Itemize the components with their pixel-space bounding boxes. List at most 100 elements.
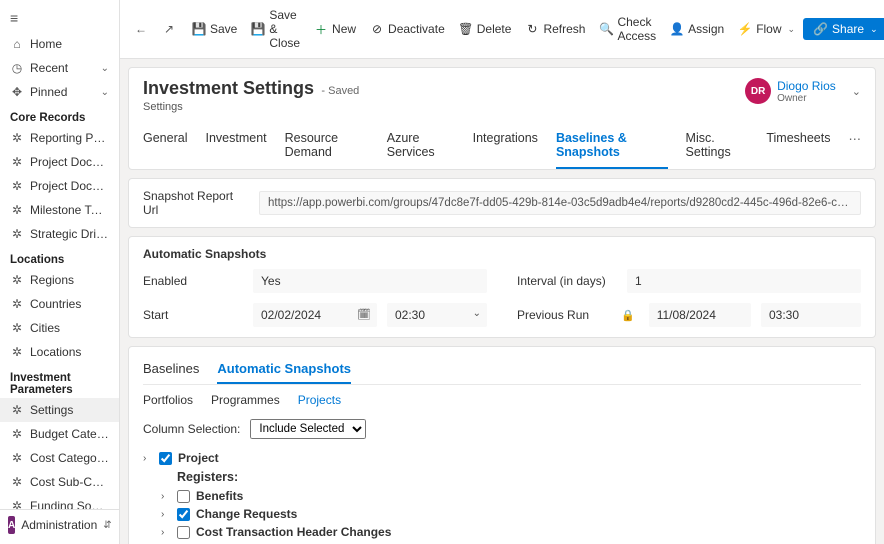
column-selection-label: Column Selection: (143, 422, 240, 436)
config-secondary-tabs: Portfolios Programmes Projects (143, 391, 861, 409)
tab-misc-settings[interactable]: Misc. Settings (686, 125, 749, 169)
owner-name: Diogo Rios (777, 79, 836, 93)
chevron-down-icon[interactable]: ⌄ (852, 85, 861, 98)
save-button[interactable]: 💾Save (186, 18, 243, 40)
tab-azure-services[interactable]: Azure Services (387, 125, 455, 169)
sidebar-item-locations[interactable]: ✲Locations (0, 340, 119, 364)
trash-icon: 🗑 (459, 22, 473, 36)
delete-button[interactable]: 🗑Delete (453, 18, 518, 40)
interval-field[interactable]: 1 (627, 269, 861, 293)
lock-icon: 🔒 (621, 309, 635, 322)
subtab-portfolios[interactable]: Portfolios (143, 391, 193, 409)
sidebar-item-pinned[interactable]: ✥Pinned⌄ (0, 80, 119, 104)
entity-icon: ✲ (10, 475, 24, 489)
sidebar-item-budget-categories[interactable]: ✲Budget Categories (0, 422, 119, 446)
area-switcher[interactable]: A Administration ⇵ (0, 509, 119, 540)
sidebar-section-params: Investment Parameters (0, 364, 119, 398)
sidebar-item-regions[interactable]: ✲Regions (0, 268, 119, 292)
expand-icon[interactable]: › (161, 527, 171, 538)
tree-node-change-requests[interactable]: Change Requests (196, 507, 297, 521)
sidebar-section-core: Core Records (0, 104, 119, 126)
previous-run-label: Previous Run (517, 308, 617, 322)
refresh-button[interactable]: ↻Refresh (519, 18, 591, 40)
tab-investment[interactable]: Investment (205, 125, 266, 169)
sidebar-item-cost-categories[interactable]: ✲Cost Categories (0, 446, 119, 470)
new-button[interactable]: ＋New (308, 18, 362, 40)
snapshot-config-panel: Baselines Automatic Snapshots Portfolios… (128, 346, 876, 544)
entity-icon: ✲ (10, 427, 24, 441)
tree-node-project[interactable]: Project (178, 451, 219, 465)
save-icon: 💾 (192, 22, 206, 36)
subtab-projects[interactable]: Projects (298, 391, 341, 409)
enabled-field[interactable]: Yes (253, 269, 487, 293)
sidebar-item-cities[interactable]: ✲Cities (0, 316, 119, 340)
auto-snapshots-title: Automatic Snapshots (143, 247, 861, 261)
project-checkbox[interactable] (159, 452, 172, 465)
assign-button[interactable]: 👤Assign (664, 18, 730, 40)
pin-icon: ✥ (10, 85, 24, 99)
sidebar-item-recent[interactable]: ◷Recent⌄ (0, 56, 119, 80)
chevron-down-icon[interactable]: ⌄ (473, 308, 481, 319)
tab-integrations[interactable]: Integrations (473, 125, 538, 169)
snapshot-url-input[interactable]: https://app.powerbi.com/groups/47dc8e7f-… (259, 191, 861, 215)
expand-icon[interactable]: › (161, 491, 171, 502)
hamburger-icon[interactable]: ≡ (0, 4, 119, 32)
share-button[interactable]: 🔗Share⌄ (803, 18, 884, 40)
deactivate-button[interactable]: ⊘Deactivate (364, 18, 451, 40)
tab-timesheets[interactable]: Timesheets (766, 125, 830, 169)
sidebar-item-strategic-drivers[interactable]: ✲Strategic Drivers (0, 222, 119, 246)
snapshot-url-panel: Snapshot Report Url https://app.powerbi.… (128, 178, 876, 228)
entity-icon: ✲ (10, 403, 24, 417)
expand-icon[interactable]: › (161, 509, 171, 520)
sidebar-item-cost-sub-categories[interactable]: ✲Cost Sub-Categor... (0, 470, 119, 494)
owner-field[interactable]: DR Diogo Rios Owner ⌄ (745, 78, 861, 104)
sidebar-item-milestone-templates[interactable]: ✲Milestone Templa... (0, 198, 119, 222)
sidebar-item-reporting-periods[interactable]: ✲Reporting Periods (0, 126, 119, 150)
start-label: Start (143, 308, 243, 322)
chevron-down-icon: ⌄ (788, 24, 796, 35)
config-primary-tabs: Baselines Automatic Snapshots (143, 357, 861, 385)
sidebar-item-project-doc-1[interactable]: ✲Project Document... (0, 150, 119, 174)
check-access-button[interactable]: 🔍Check Access (593, 11, 662, 47)
tab-resource-demand[interactable]: Resource Demand (285, 125, 369, 169)
tree-node-benefits[interactable]: Benefits (196, 489, 243, 503)
sidebar-item-home[interactable]: ⌂Home (0, 32, 119, 56)
tab-overflow[interactable]: ⋯ (849, 125, 862, 169)
entity-icon: ✲ (10, 273, 24, 287)
popout-button[interactable]: ↗ (156, 18, 182, 40)
subtab-automatic-snapshots[interactable]: Automatic Snapshots (217, 357, 351, 384)
tree-node-cost-transaction[interactable]: Cost Transaction Header Changes (196, 525, 391, 539)
calendar-icon[interactable]: 🗓 (357, 308, 371, 321)
entity-icon: ✲ (10, 203, 24, 217)
registers-header: Registers: (143, 467, 853, 487)
subtab-baselines[interactable]: Baselines (143, 357, 199, 384)
back-button[interactable]: ← (128, 18, 154, 40)
save-status: - Saved (321, 85, 359, 97)
chevron-up-down-icon: ⇵ (103, 520, 111, 531)
entity-icon: ✲ (10, 321, 24, 335)
sidebar-item-project-doc-2[interactable]: ✲Project Document... (0, 174, 119, 198)
change-requests-checkbox[interactable] (177, 508, 190, 521)
plus-icon: ＋ (314, 22, 328, 36)
tab-baselines-snapshots[interactable]: Baselines & Snapshots (556, 125, 668, 169)
entity-icon: ✲ (10, 227, 24, 241)
sidebar-item-funding-sources[interactable]: ✲Funding Sources (0, 494, 119, 509)
benefits-checkbox[interactable] (177, 490, 190, 503)
chevron-down-icon: ⌄ (101, 63, 109, 74)
entity-icon: ✲ (10, 155, 24, 169)
save-close-button[interactable]: 💾Save & Close (245, 4, 306, 54)
automatic-snapshots-panel: Automatic Snapshots Enabled Yes Interval… (128, 236, 876, 338)
expand-icon[interactable]: › (143, 453, 153, 464)
column-selection-select[interactable]: Include Selected (250, 419, 366, 439)
deactivate-icon: ⊘ (370, 22, 384, 36)
column-tree: › Project Registers: › Benefits › Change R… (143, 449, 861, 544)
flow-button[interactable]: ⚡Flow⌄ (732, 18, 801, 40)
enabled-label: Enabled (143, 274, 243, 288)
sidebar-item-settings[interactable]: ✲Settings (0, 398, 119, 422)
subtab-programmes[interactable]: Programmes (211, 391, 280, 409)
tab-general[interactable]: General (143, 125, 187, 169)
cost-trans-checkbox[interactable] (177, 526, 190, 539)
sidebar-item-countries[interactable]: ✲Countries (0, 292, 119, 316)
entity-icon: ✲ (10, 451, 24, 465)
refresh-icon: ↻ (525, 22, 539, 36)
